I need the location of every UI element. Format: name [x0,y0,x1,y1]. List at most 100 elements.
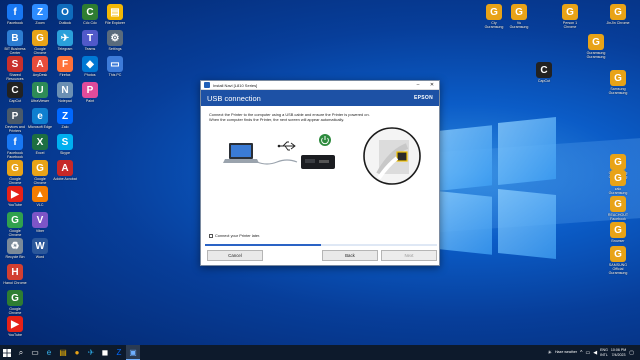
app-icon: G [7,212,23,228]
app-icon: P [7,108,23,124]
desktop-icon-label: Facebook Facebook [7,151,23,160]
desktop-icon-label: AnyDesk [32,73,48,77]
window-header: USB connection EPSON [201,90,439,106]
desktop-icon[interactable]: ▲ VLC [28,186,52,207]
app-icon: C [536,62,552,78]
desktop-icon[interactable]: A Adobe Acrobat [53,160,77,181]
desktop-icon[interactable]: N Notepad [53,82,77,103]
desktop-icon[interactable]: V Viber [28,212,52,233]
desktop-icon[interactable]: ◆ Photos [78,56,102,77]
desktop-icon[interactable]: C CapCut [532,62,556,83]
app-icon: F [57,56,73,72]
network-icon[interactable]: ▭ [585,350,590,356]
desktop-icon[interactable]: W Word [28,238,52,259]
desktop-icon[interactable]: X Excel [28,134,52,155]
clock[interactable]: 10:06 PM 7/4/2023 [611,348,626,356]
desktop-icon[interactable]: P Devices and Printers [3,108,27,133]
notification-icon[interactable]: ▢ [629,350,634,356]
app-icon: ◆ [82,56,98,72]
desktop-icon[interactable]: B BIT Business Center [3,30,27,55]
weather-text[interactable]: Haze weather [555,350,577,354]
desktop-icon-label: Vu Guramsung [509,21,529,30]
desktop-icon[interactable]: G Google Chrome [3,212,27,237]
desktop-icon[interactable]: ✈ Telegram [53,30,77,51]
desktop-icon-label: Browser [611,239,625,243]
desktop-icon[interactable]: G JinJin Chrome [606,4,630,25]
minimize-icon[interactable]: – [411,82,425,88]
desktop-icon[interactable]: G Google Chrome [3,160,27,185]
app-icon: C [7,82,23,98]
desktop-icon[interactable]: G REACHOUT Facebook [606,196,630,221]
desktop-icon-label: Shared Resources [6,73,24,82]
taskbar-capcut-icon[interactable]: ◼ [98,345,112,360]
connect-later-label: Connect your Printer later. [215,233,261,238]
desktop-icon[interactable]: H Hanoi Chrome [3,264,27,285]
taskbar-epson-installer-icon[interactable]: ▣ [126,345,140,360]
window-titlebar[interactable]: Install Navi [L810 Series] – ✕ [201,81,439,90]
desktop-icon[interactable]: F Firefox [53,56,77,77]
desktop-icon[interactable]: S Shared Resources [3,56,27,81]
taskbar-edge-icon[interactable]: e [42,345,56,360]
back-button[interactable]: Back [322,250,378,261]
desktop-icon[interactable]: Gzalo Guramsung [606,170,630,195]
desktop-icon[interactable]: e Microsoft Edge [28,108,52,129]
taskbar-telegram-icon[interactable]: ✈ [84,345,98,360]
cancel-button[interactable]: Cancel [207,250,263,261]
desktop-icon[interactable]: ▶ YouTube [3,186,27,207]
desktop-icon-label: SAMSUNG Official Guramsung [608,263,628,276]
desktop-icon[interactable]: G Browser [606,222,630,243]
desktop-icon[interactable]: O Outlook [53,4,77,25]
connect-later-checkbox[interactable] [209,233,213,238]
desktop-icon-label: BIT Business Center [4,47,26,56]
desktop-icon[interactable]: Z Zalo [53,108,77,129]
desktop-icon[interactable]: Z Zoom [28,4,52,25]
desktop-icon[interactable]: G Cty Guramsung [482,4,506,29]
desktop-icon[interactable]: P Paint [78,82,102,103]
language-indicator[interactable]: ENG INTL [600,348,608,356]
desktop-icon[interactable]: T Teams [78,30,102,51]
chevron-up-icon[interactable]: ^ [580,350,582,356]
desktop-icon[interactable]: G Google Chrome [28,160,52,185]
desktop-icon-label: Settings [108,47,122,51]
app-icon: ▭ [107,56,123,72]
desktop-icon[interactable]: G Google Chrome [3,290,27,315]
desktop-icon-label: File Explorer [104,21,126,25]
desktop-icon[interactable]: G Google Chrome [28,30,52,55]
desktop-icon[interactable]: G Vu Guramsung [507,4,531,29]
app-icon: G [7,160,23,176]
volume-icon[interactable]: ◀ [593,350,597,356]
taskbar-zalo-icon[interactable]: Z [112,345,126,360]
next-button[interactable]: Next [381,250,437,261]
app-icon: G [610,222,626,238]
desktop-icon-label: Adobe Acrobat [53,177,77,181]
app-icon: V [32,212,48,228]
system-tray: ☀ Haze weather ^ ▭ ◀ ENG INTL 10:06 PM 7/4… [547,345,640,360]
desktop-icon[interactable]: ▤ File Explorer [103,4,127,25]
taskbar-folder-icon[interactable]: ▤ [56,345,70,360]
start-button[interactable] [0,345,14,360]
app-icon: G [486,4,502,20]
desktop-icon[interactable]: f Facebook Facebook [3,134,27,159]
desktop-icon[interactable]: A AnyDesk [28,56,52,77]
weather-icon[interactable]: ☀ [547,350,551,356]
desktop-icon[interactable]: C Cốc Cốc [78,4,102,25]
desktop-icon[interactable]: S Skype [53,134,77,155]
desktop-icon[interactable]: C CapCut [3,82,27,103]
taskbar-chrome-icon[interactable]: ● [70,345,84,360]
desktop-icon[interactable]: G Samsung Guramsung [606,70,630,95]
desktop-icon[interactable]: ⚙ Settings [103,30,127,51]
desktop-icon[interactable]: U UltraViewer [28,82,52,103]
desktop-icon[interactable]: GGuramsung Guramsung [584,34,608,59]
search-icon[interactable]: ⌕ [14,345,28,360]
desktop-icon-label: Paint [85,99,95,103]
desktop-icon[interactable]: ▭ This PC [103,56,127,77]
desktop-icon[interactable]: f Facebook [3,4,27,25]
close-icon[interactable]: ✕ [425,82,439,88]
task-view-icon[interactable]: ▭ [28,345,42,360]
desktop-icon-label: Microsoft Edge [28,125,52,129]
desktop-icon[interactable]: ▶ YouTube [3,316,27,337]
desktop-icon[interactable]: G Person 1 Chrome [558,4,582,29]
desktop-icon[interactable]: ♻ Recycle Bin [3,238,27,259]
desktop-icon[interactable]: G SAMSUNG Official Guramsung [606,246,630,276]
connect-later-row[interactable]: Connect your Printer later. [209,233,260,238]
